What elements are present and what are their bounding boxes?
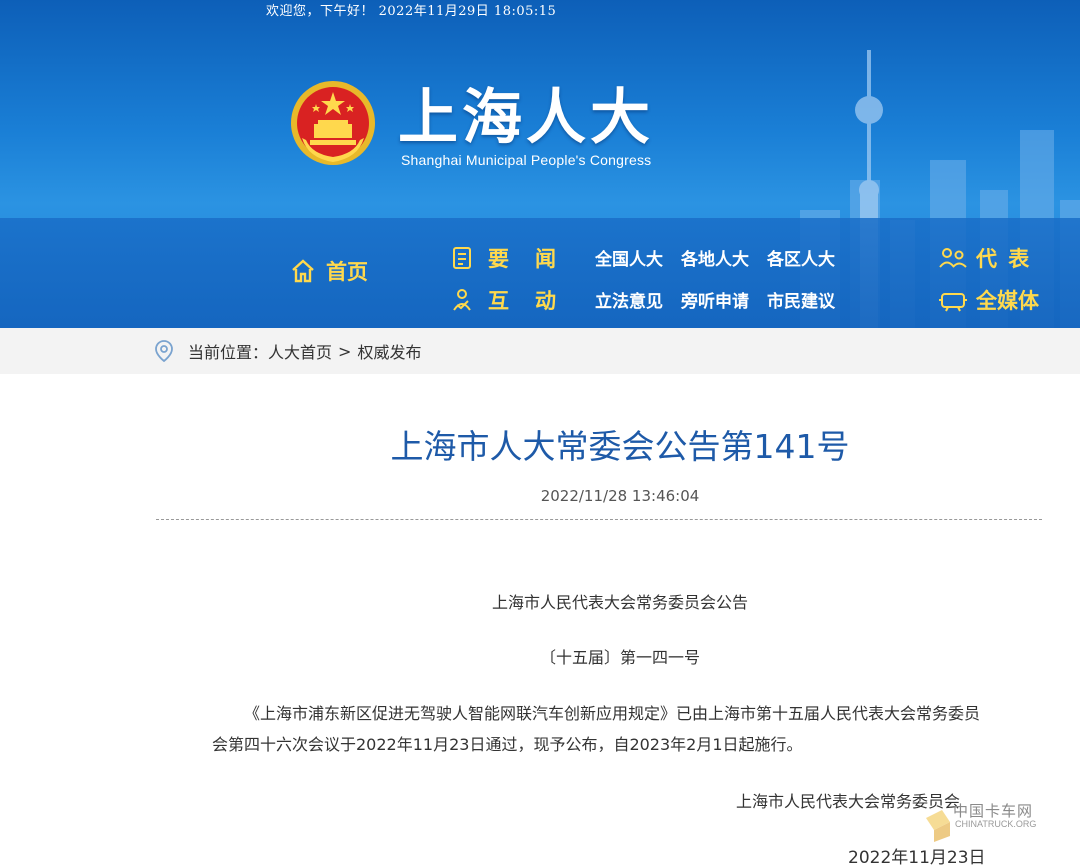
breadcrumb-prefix: 当前位置： <box>188 343 269 362</box>
watermark-text-en: CHINATRUCK.ORG <box>955 819 1037 829</box>
nav-link-legislative-opinion[interactable]: 立法意见 <box>595 287 663 312</box>
nav-category-news-label: 要闻 <box>488 247 582 271</box>
breadcrumb-separator: > <box>338 341 352 361</box>
nav-link-national-congress[interactable]: 全国人大 <box>595 245 663 270</box>
breadcrumb: 当前位置： 人大首页 > 权威发布 <box>154 339 421 363</box>
site-subtitle: Shanghai Municipal People's Congress <box>401 152 652 168</box>
breadcrumb-current-link[interactable]: 权威发布 <box>357 339 421 363</box>
greeting-text: 欢迎您，下午好！ 2022年11月29日 18:05:15 <box>266 4 557 19</box>
interaction-icon <box>453 289 471 311</box>
nav-link-district-congress[interactable]: 各区人大 <box>767 245 835 270</box>
nav-category-news[interactable]: 要闻 <box>452 243 582 273</box>
home-icon <box>292 259 314 283</box>
nav-deputies-link[interactable]: 代 表 <box>938 243 1031 273</box>
site-title: 上海人大 <box>398 83 654 153</box>
nav-all-media-label: 全媒体 <box>976 289 1039 313</box>
national-emblem-icon <box>291 81 375 165</box>
article-sign-date: 2022年11月23日 <box>848 848 986 868</box>
nav-category-interaction[interactable]: 互动 <box>452 285 582 315</box>
announcement-number: 〔十五届〕第一四一号 <box>539 648 700 667</box>
nav-home-label: 首页 <box>326 260 368 284</box>
nav-link-local-congress[interactable]: 各地人大 <box>681 245 749 270</box>
nav-link-attendance-request[interactable]: 旁听申请 <box>681 287 749 312</box>
nav-link-citizen-suggestion[interactable]: 市民建议 <box>767 287 835 312</box>
nav-category-interaction-label: 互动 <box>488 289 582 313</box>
article-divider <box>156 519 1042 520</box>
people-icon <box>939 248 967 268</box>
breadcrumb-home-link[interactable]: 人大首页 <box>268 339 332 363</box>
article-body: 《上海市浦东新区促进无驾驶人智能网联汽车创新应用规定》已由上海市第十五届人民代表… <box>212 704 981 754</box>
site-header: 欢迎您，下午好！ 2022年11月29日 18:05:15 上海人大 Shang… <box>0 0 1080 328</box>
document-icon <box>453 247 471 269</box>
location-pin-icon <box>155 340 173 363</box>
nav-deputies-label: 代 表 <box>976 247 1032 271</box>
media-icon <box>939 293 967 312</box>
nav-all-media-link[interactable]: 全媒体 <box>938 285 1039 315</box>
article-publish-time: 2022/11/28 13:46:04 <box>540 487 700 505</box>
issuer-heading: 上海市人民代表大会常务委员会公告 <box>491 593 748 612</box>
nav-home-link[interactable]: 首页 <box>290 256 368 286</box>
watermark-text-cn: 中国卡车网 <box>953 802 1034 820</box>
article-title: 上海市人大常委会公告第141号 <box>390 427 850 466</box>
